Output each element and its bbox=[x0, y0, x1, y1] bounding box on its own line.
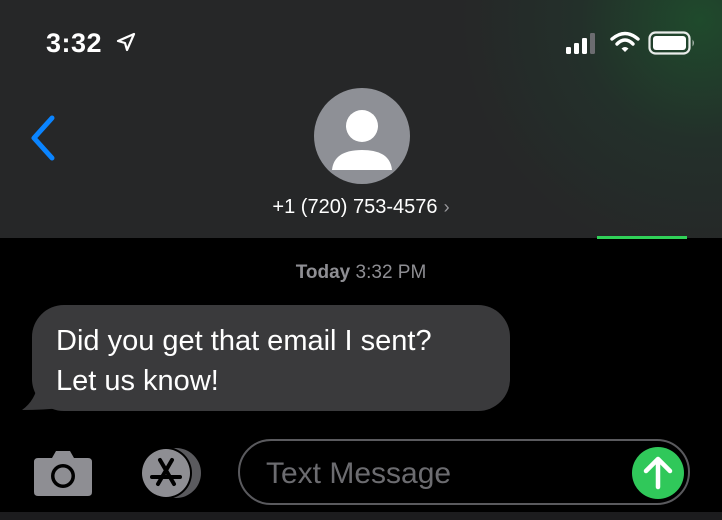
camera-button[interactable] bbox=[32, 448, 94, 498]
location-arrow-icon bbox=[116, 32, 136, 52]
contact-name: +1 (720) 753-4576 bbox=[272, 196, 438, 218]
back-button[interactable] bbox=[26, 112, 60, 164]
chevron-right-icon: › bbox=[443, 197, 450, 217]
chevron-left-icon bbox=[31, 115, 55, 161]
status-bar: 3:32 bbox=[0, 0, 722, 80]
camera-icon bbox=[34, 451, 92, 496]
keyboard-edge bbox=[0, 512, 722, 520]
contact-name-button[interactable]: +1 (720) 753-4576 › bbox=[0, 196, 722, 219]
send-button[interactable] bbox=[632, 447, 684, 499]
person-silhouette-icon bbox=[332, 110, 392, 170]
accent-indicator bbox=[597, 236, 687, 239]
app-store-button[interactable] bbox=[134, 446, 206, 500]
wifi-icon bbox=[610, 31, 640, 52]
message-text-line: Did you get that email I sent? bbox=[56, 325, 432, 357]
arrow-up-icon bbox=[643, 456, 673, 490]
cellular-signal-icon bbox=[566, 33, 595, 54]
timestamp-time: 3:32 PM bbox=[355, 262, 427, 283]
message-text-line: Let us know! bbox=[56, 365, 219, 397]
message-bubble-incoming[interactable]: Did you get that email I sent? Let us kn… bbox=[32, 305, 510, 411]
message-input-field[interactable] bbox=[238, 439, 690, 505]
message-timestamp: Today 3:32 PM bbox=[0, 262, 722, 284]
status-time: 3:32 bbox=[46, 28, 103, 58]
battery-icon bbox=[648, 31, 694, 55]
conversation-header: 3:32 +1 (720) 753-4576 › bbox=[0, 0, 722, 238]
avatar[interactable] bbox=[314, 88, 410, 184]
app-store-icon bbox=[140, 447, 201, 499]
timestamp-day: Today bbox=[295, 262, 351, 283]
message-input[interactable] bbox=[264, 451, 628, 497]
